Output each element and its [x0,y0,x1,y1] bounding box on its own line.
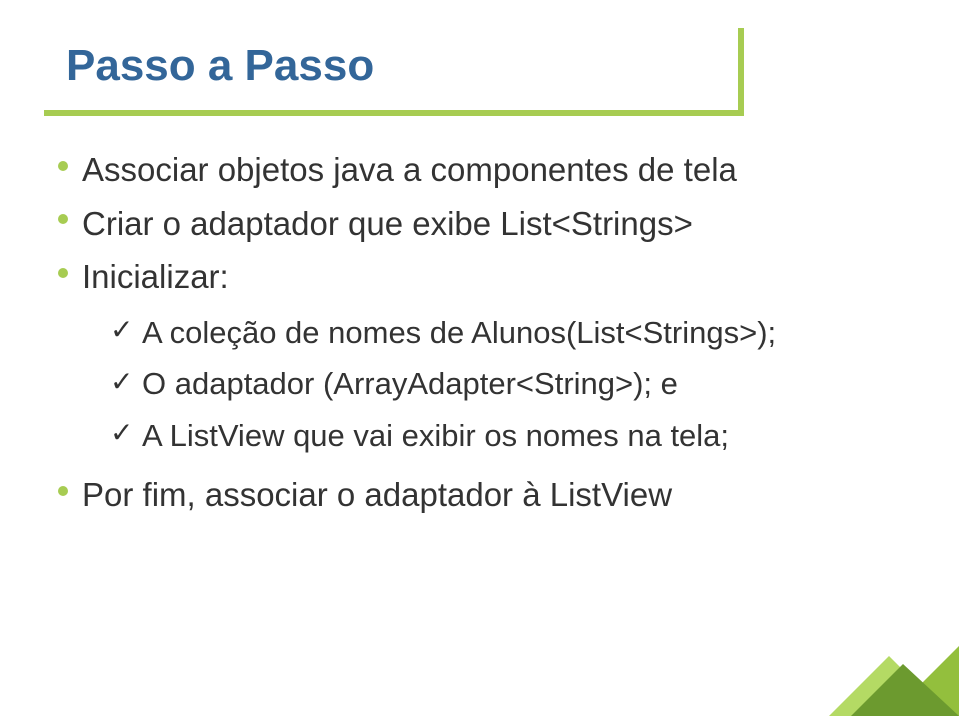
sub-bullet-item: ✓ A ListView que vai exibir os nomes na … [110,411,891,461]
bullet-text: Por fim, associar o adaptador à ListView [82,476,672,513]
sub-bullet-item: ✓ A coleção de nomes de Alunos(List<Stri… [110,308,891,358]
decor-arrow-icon [739,546,959,716]
check-icon: ✓ [110,360,133,405]
slide-title: Passo a Passo [66,41,374,91]
check-icon: ✓ [110,411,133,456]
check-icon: ✓ [110,308,133,353]
content-area: Associar objetos java a componentes de t… [56,145,891,524]
bullet-text: Criar o adaptador que exibe List<Strings… [82,205,693,242]
slide: Passo a Passo Associar objetos java a co… [0,0,959,716]
bullet-item: Criar o adaptador que exibe List<Strings… [56,199,891,249]
title-box: Passo a Passo [38,22,738,110]
bullet-text: Inicializar: [82,258,229,295]
sub-bullet-text: A coleção de nomes de Alunos(List<String… [142,315,776,350]
sub-bullet-text: O adaptador (ArrayAdapter<String>); e [142,366,678,401]
sub-bullet-item: ✓ O adaptador (ArrayAdapter<String>); e [110,359,891,409]
sub-bullet-text: A ListView que vai exibir os nomes na te… [142,418,729,453]
bullet-item: Por fim, associar o adaptador à ListView [56,470,891,520]
bullet-text: Associar objetos java a componentes de t… [82,151,737,188]
bullet-item: Inicializar: ✓ A coleção de nomes de Alu… [56,252,891,460]
bullet-item: Associar objetos java a componentes de t… [56,145,891,195]
decorative-shapes [739,546,959,716]
